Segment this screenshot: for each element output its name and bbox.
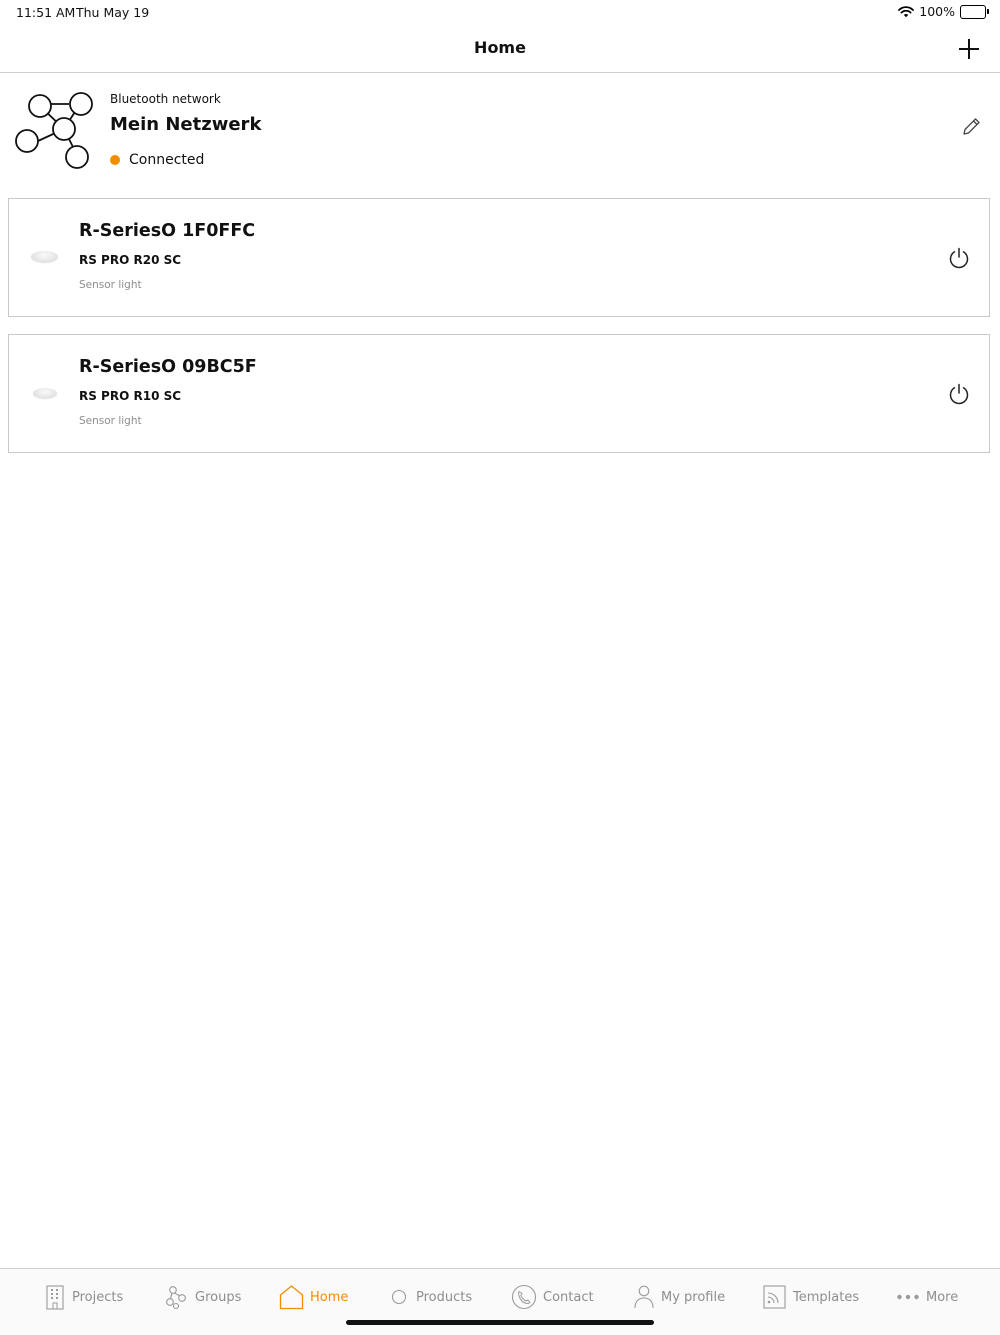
sensor-light-thumbnail [33,388,57,398]
templates-icon [763,1285,786,1309]
status-date: Thu May 19 [76,5,150,20]
home-indicator [346,1320,654,1325]
device-type: Sensor light [79,279,142,291]
power-icon[interactable] [947,246,971,270]
tab-label: More [926,1289,959,1305]
tab-home[interactable]: Home [279,1283,348,1311]
device-name: R-SeriesO 09BC5F [79,357,257,377]
groups-icon [166,1286,186,1309]
add-icon[interactable] [956,36,982,62]
sensor-light-thumbnail [31,251,58,262]
products-icon [391,1289,407,1305]
network-graph-icon [15,92,93,169]
status-dot-icon [110,155,120,165]
edit-pencil-icon[interactable] [960,116,982,138]
network-type-label: Bluetooth network [110,92,221,106]
tab-more[interactable]: More [896,1283,958,1311]
device-name: R-SeriesO 1F0FFC [79,221,256,241]
tab-products[interactable]: Products [390,1283,472,1311]
battery-icon [960,4,989,19]
tab-templates[interactable]: Templates [762,1283,859,1311]
tab-label: Contact [543,1289,594,1305]
network-status: Connected [110,152,204,168]
building-icon [46,1285,64,1310]
network-status-text: Connected [129,152,205,168]
tab-label: Home [310,1289,349,1305]
more-icon [897,1294,919,1300]
phone-icon [511,1284,537,1310]
device-card[interactable]: R-SeriesO 1F0FFC RS PRO R20 SC Sensor li… [8,198,990,317]
nav-bar: Home [0,26,1000,73]
network-name: Mein Netzwerk [110,114,262,135]
power-icon[interactable] [947,382,971,406]
network-panel: Bluetooth network Mein Netzwerk Connecte… [0,73,1000,188]
device-model: RS PRO R10 SC [79,389,182,403]
tab-label: Products [416,1289,473,1305]
tab-label: Projects [72,1289,124,1305]
tab-my-profile[interactable]: My profile [633,1283,725,1311]
profile-icon [634,1285,654,1309]
tab-label: Templates [793,1289,860,1305]
status-right: 100% [898,4,989,19]
tab-contact[interactable]: Contact [511,1283,594,1311]
tab-groups[interactable]: Groups [165,1283,241,1311]
page-title: Home [474,38,526,57]
tab-label: Groups [195,1289,242,1305]
status-bar: 11:51 AM Thu May 19 100% [0,0,1000,26]
tab-label: My profile [661,1289,726,1305]
home-icon [279,1285,304,1310]
device-type: Sensor light [79,415,142,427]
device-card[interactable]: R-SeriesO 09BC5F RS PRO R10 SC Sensor li… [8,334,990,453]
device-model: RS PRO R20 SC [79,253,182,267]
status-time: 11:51 AM [16,5,76,20]
tab-projects[interactable]: Projects [44,1283,123,1311]
wifi-icon [898,5,915,17]
battery-percent: 100% [919,4,955,19]
